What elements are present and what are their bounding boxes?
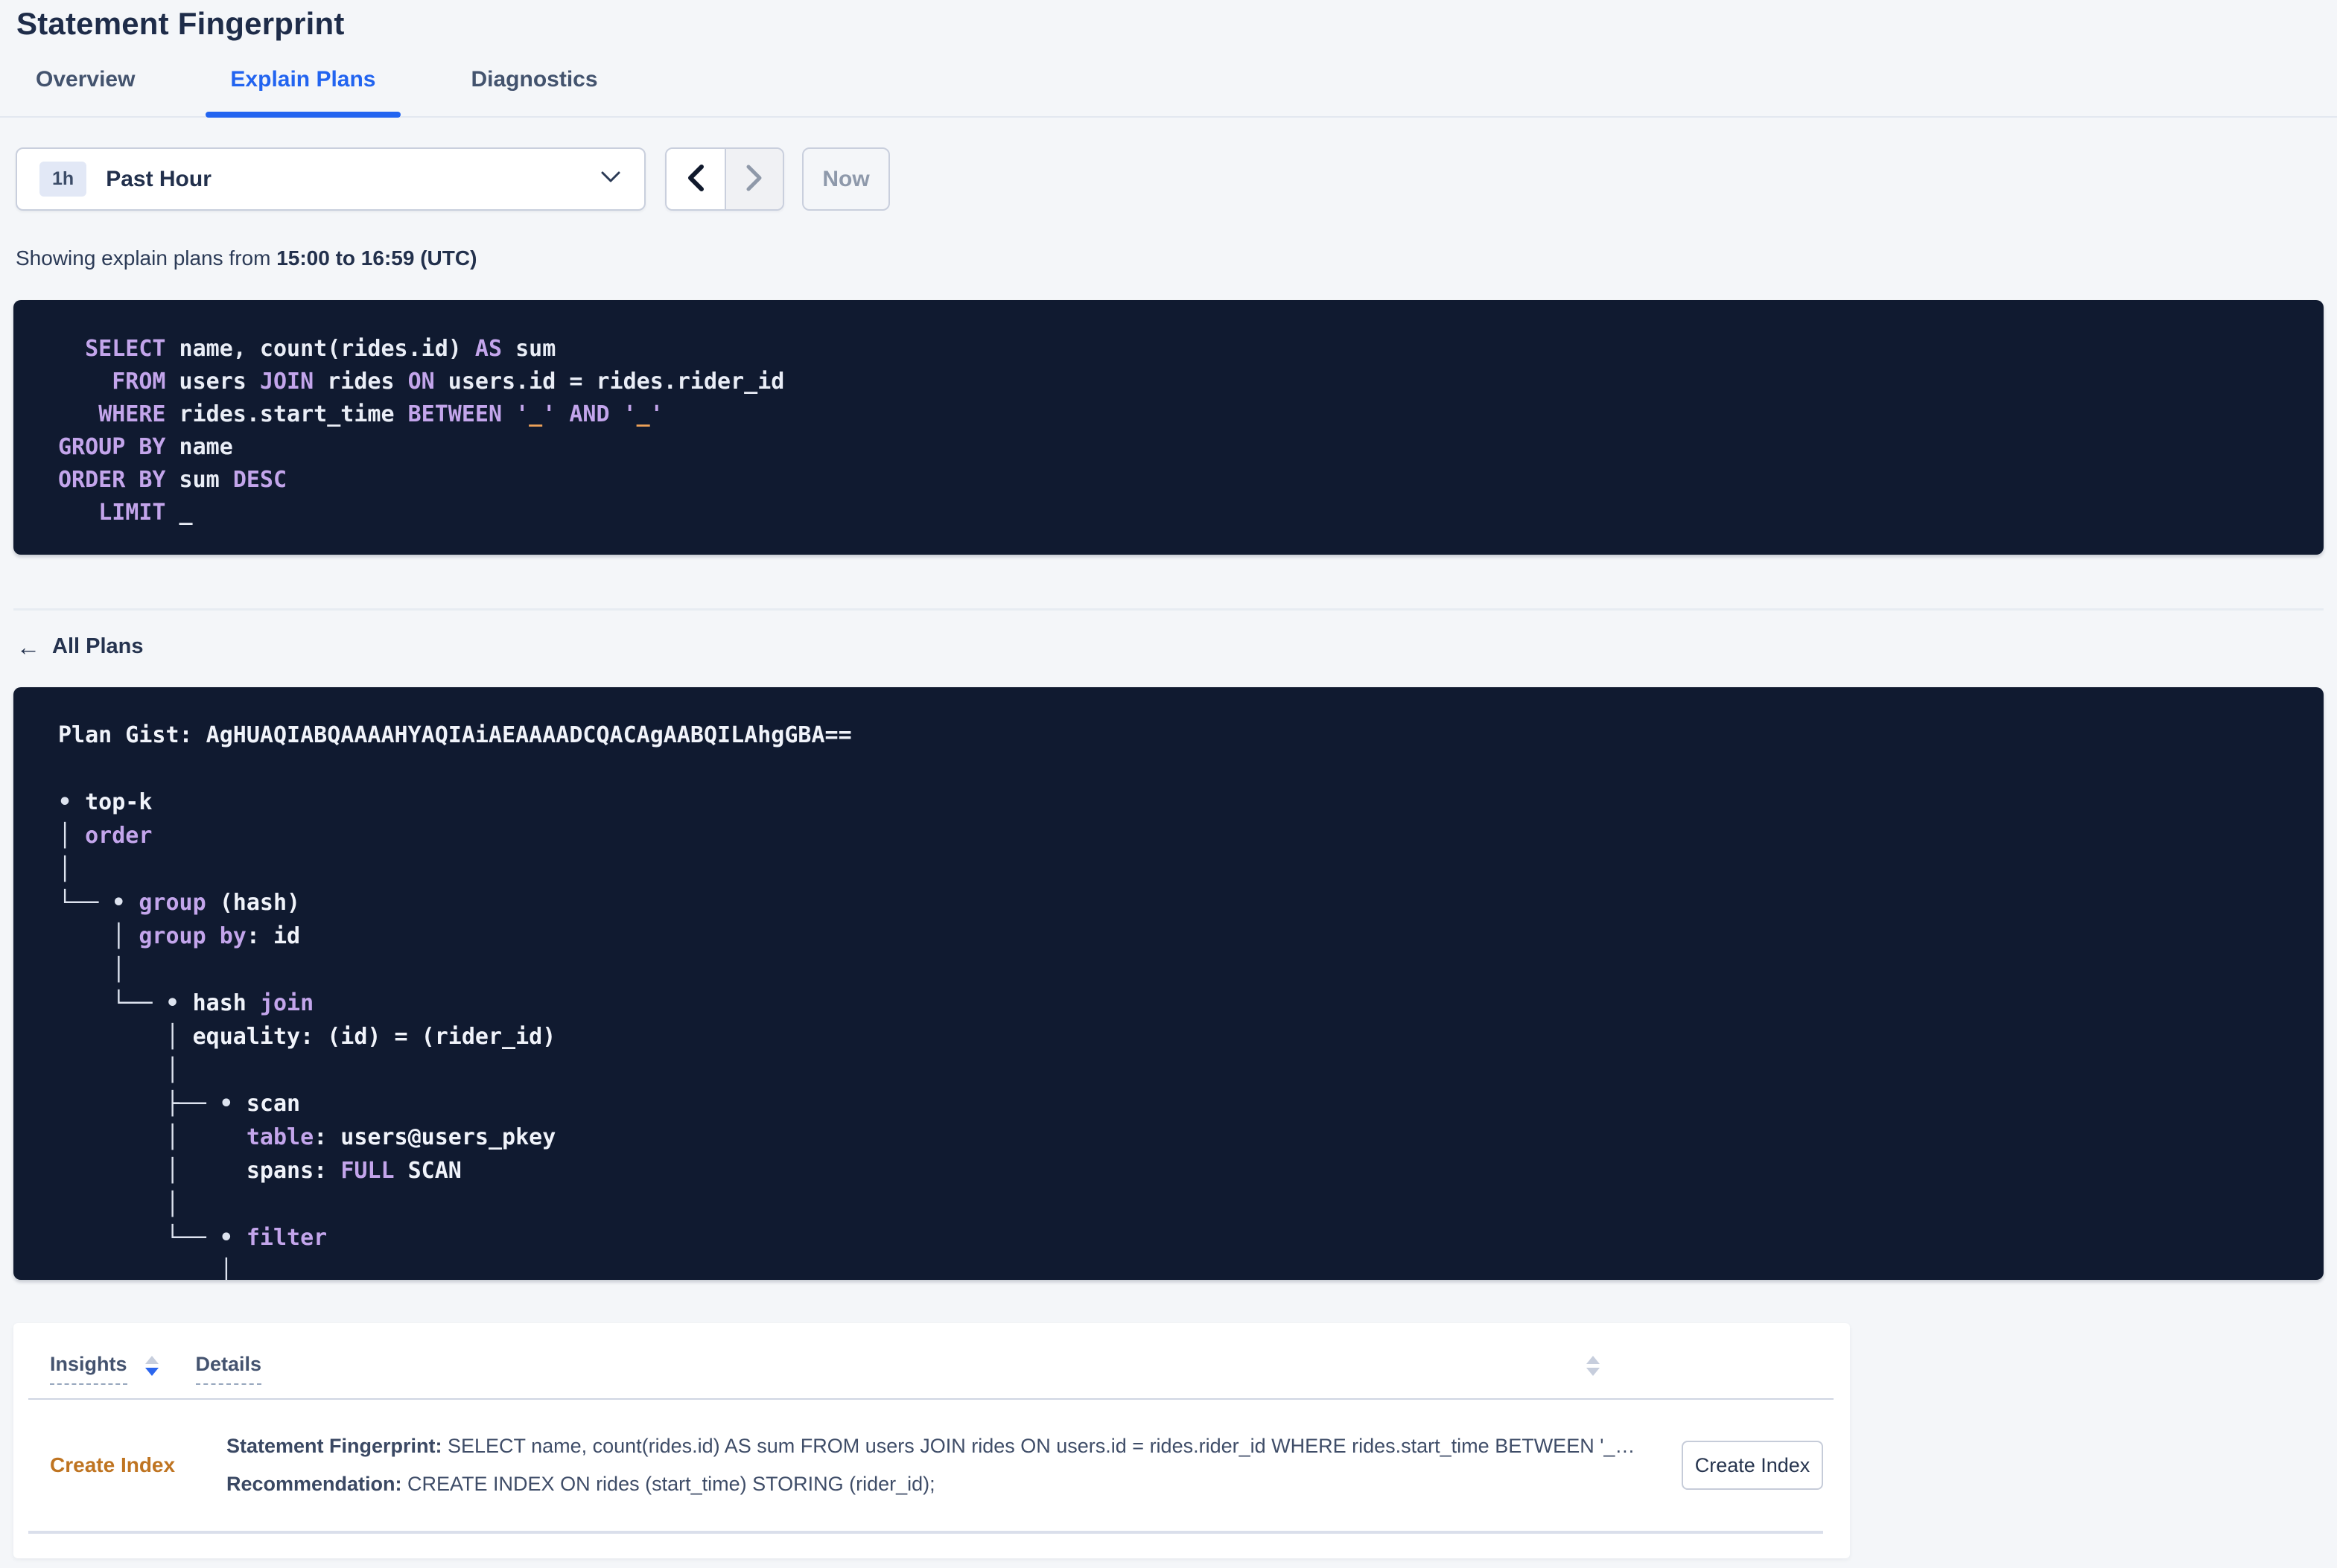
row-rule [28, 1531, 1823, 1534]
tab-overview[interactable]: Overview [11, 66, 159, 116]
sort-down-arrow [144, 1368, 159, 1376]
create-index-link[interactable]: Create Index [50, 1453, 226, 1477]
tab-bar: Overview Explain Plans Diagnostics [0, 66, 2337, 118]
plan-gist-block: Plan Gist: AgHUAQIABQAAAAHYAQIAiAEAAAADC… [13, 687, 2324, 1280]
create-index-button[interactable]: Create Index [1682, 1441, 1823, 1490]
sql-statement-block: SELECT name, count(rides.id) AS sum FROM… [13, 300, 2324, 555]
sort-up-arrow [144, 1356, 159, 1364]
sort-up-arrow [1586, 1356, 1600, 1364]
all-plans-label: All Plans [52, 634, 144, 658]
statement-fingerprint-page: Statement Fingerprint Overview Explain P… [0, 6, 2337, 1568]
showing-range-value: 15:00 to 16:59 (UTC) [276, 246, 477, 270]
detail-label: Recommendation: [226, 1473, 402, 1495]
recommendation-detail: Recommendation: CREATE INDEX ON rides (s… [226, 1472, 1652, 1497]
chevron-left-icon [685, 163, 706, 195]
page-title: Statement Fingerprint [16, 6, 345, 41]
table-row: Create Index Statement Fingerprint: SELE… [13, 1400, 1850, 1497]
sort-icon-details[interactable] [1586, 1356, 1600, 1376]
prev-time-button[interactable] [667, 149, 725, 209]
insights-table-header: Insights Details [13, 1323, 1850, 1385]
time-toolbar: 1h Past Hour Now [16, 147, 2337, 211]
time-range-label: Past Hour [106, 166, 212, 191]
section-divider [13, 608, 2324, 611]
next-time-button[interactable] [725, 149, 783, 209]
showing-range-text: Showing explain plans from 15:00 to 16:5… [16, 246, 2337, 270]
back-arrow-icon: ← [16, 633, 40, 660]
sql-statement-code: SELECT name, count(rides.id) AS sum FROM… [58, 336, 785, 526]
time-range-dropdown[interactable]: 1h Past Hour [16, 147, 646, 211]
chevron-right-icon [744, 163, 765, 195]
time-pager [665, 147, 784, 211]
details-cell: Statement Fingerprint: SELECT name, coun… [226, 1434, 1652, 1497]
showing-prefix: Showing explain plans from [16, 246, 277, 270]
insights-card: Insights Details Create Index Statement … [13, 1323, 1850, 1558]
all-plans-link[interactable]: ← All Plans [16, 634, 144, 659]
column-header-details[interactable]: Details [195, 1353, 262, 1385]
detail-text: CREATE INDEX ON rides (start_time) STORI… [401, 1473, 935, 1495]
time-range-badge: 1h [39, 162, 87, 197]
now-button[interactable]: Now [802, 147, 890, 211]
detail-text: SELECT name, count(rides.id) AS sum FROM… [442, 1435, 1635, 1457]
statement-fingerprint-detail: Statement Fingerprint: SELECT name, coun… [226, 1434, 1652, 1459]
sort-down-arrow [1586, 1368, 1600, 1376]
detail-label: Statement Fingerprint: [226, 1435, 442, 1457]
plan-gist-tree: Plan Gist: AgHUAQIABQAAAAHYAQIAiAEAAAADC… [58, 722, 852, 1280]
column-header-insights[interactable]: Insights [50, 1353, 127, 1385]
tab-explain-plans[interactable]: Explain Plans [206, 66, 401, 118]
chevron-down-icon [600, 170, 622, 188]
sort-icon-insights[interactable] [144, 1356, 159, 1376]
tab-diagnostics[interactable]: Diagnostics [447, 66, 623, 116]
